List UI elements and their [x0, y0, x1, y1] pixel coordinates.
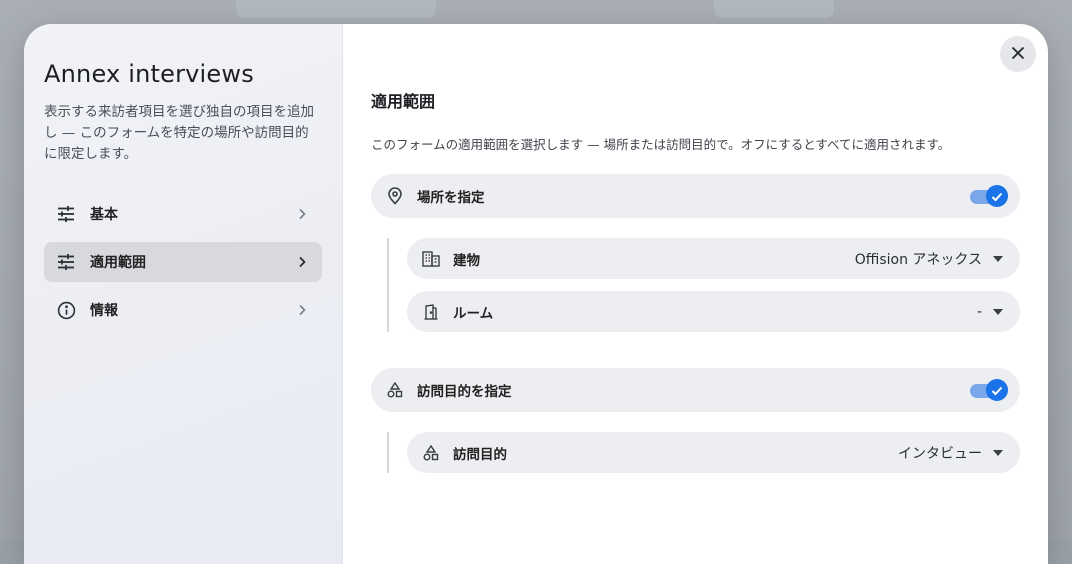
location-scope-toggle-row: 場所を指定: [371, 174, 1020, 218]
chevron-right-icon: [294, 254, 310, 270]
visit-purpose-label: 訪問目的: [453, 446, 507, 463]
check-icon: [991, 381, 1003, 400]
visit-purpose-select[interactable]: 訪問目的 インタビュー: [407, 432, 1020, 473]
tune-icon: [56, 204, 76, 224]
building-icon: [421, 249, 441, 269]
sidebar-item-basic[interactable]: 基本: [44, 194, 322, 234]
chevron-right-icon: [294, 302, 310, 318]
dialog-title: Annex interviews: [44, 60, 254, 88]
dropdown-caret-icon: [992, 306, 1004, 318]
tune-icon: [56, 252, 76, 272]
building-value: Offision アネックス: [854, 251, 982, 268]
location-pin-icon: [385, 186, 405, 206]
purpose-scope-label: 訪問目的を指定: [417, 384, 512, 400]
purpose-scope-toggle[interactable]: [970, 379, 1008, 401]
section-description: このフォームの適用範囲を選択します — 場所または訪問目的で。オフにするとすべて…: [371, 137, 951, 152]
close-icon: [1011, 45, 1025, 64]
building-select[interactable]: 建物 Offision アネックス: [407, 238, 1020, 279]
sidebar-item-label: 基本: [90, 207, 118, 223]
sidebar-item-label: 適用範囲: [90, 255, 146, 271]
location-scope-toggle[interactable]: [970, 185, 1008, 207]
location-fields: 建物 Offision アネックス ルーム -: [387, 238, 1020, 332]
check-icon: [991, 187, 1003, 206]
dialog-description: 表示する来訪者項目を選び独自の項目を追加し — このフォームを特定の場所や訪問目…: [44, 104, 314, 162]
building-label: 建物: [453, 252, 480, 269]
dropdown-caret-icon: [992, 253, 1004, 265]
background-tab: [236, 0, 436, 18]
door-icon: [421, 302, 441, 322]
room-select[interactable]: ルーム -: [407, 291, 1020, 332]
room-value: -: [976, 303, 982, 320]
location-scope-label: 場所を指定: [417, 190, 485, 206]
purpose-fields: 訪問目的 インタビュー: [387, 432, 1020, 473]
category-icon: [421, 443, 441, 463]
scope-panel: 適用範囲 このフォームの適用範囲を選択します — 場所または訪問目的で。オフにす…: [343, 24, 1048, 564]
sidebar-item-info[interactable]: 情報: [44, 290, 322, 330]
purpose-scope-toggle-row: 訪問目的を指定: [371, 368, 1020, 412]
background-tab: [714, 0, 834, 18]
settings-dialog: Annex interviews 表示する来訪者項目を選び独自の項目を追加し —…: [24, 24, 1048, 564]
sidebar-item-label: 情報: [90, 303, 118, 319]
close-button[interactable]: [1000, 36, 1036, 72]
chevron-right-icon: [294, 206, 310, 222]
dialog-sidebar: Annex interviews 表示する来訪者項目を選び独自の項目を追加し —…: [24, 24, 343, 564]
visit-purpose-value: インタビュー: [898, 445, 982, 462]
info-icon: [56, 300, 76, 320]
sidebar-item-scope[interactable]: 適用範囲: [44, 242, 322, 282]
room-label: ルーム: [453, 305, 494, 322]
dropdown-caret-icon: [992, 447, 1004, 459]
section-title: 適用範囲: [371, 92, 436, 111]
category-icon: [385, 380, 405, 400]
